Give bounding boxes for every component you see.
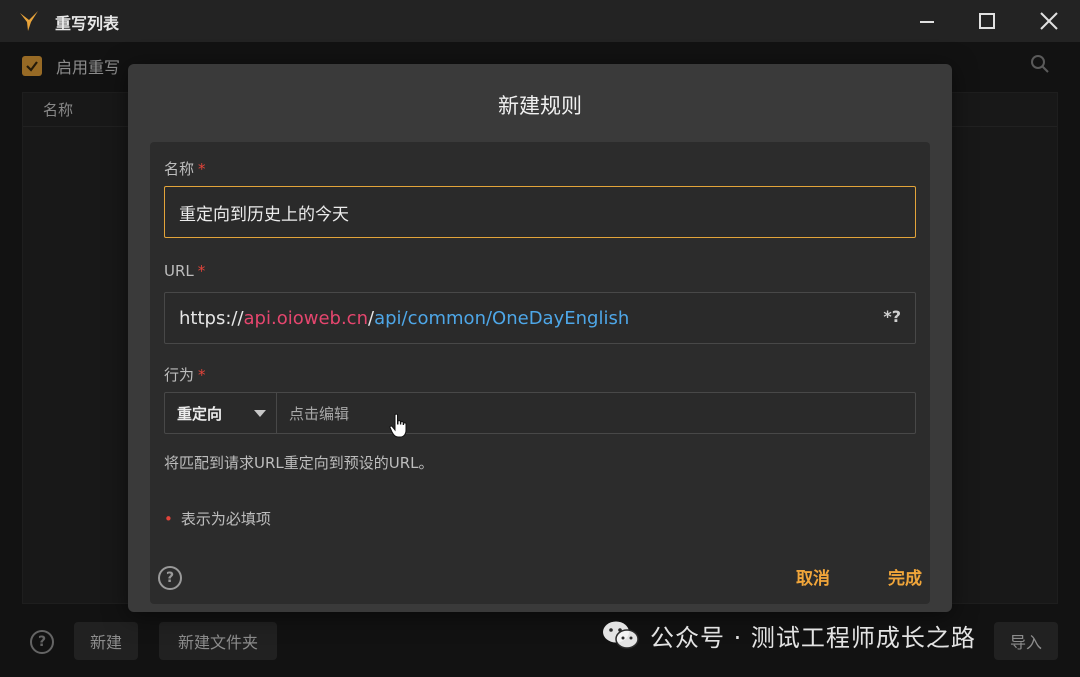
watermark: 公众号 · 测试工程师成长之路: [600, 616, 976, 654]
regex-toggle-button[interactable]: *?: [883, 307, 901, 326]
url-input[interactable]: https://api.oioweb.cn / api/common/OneDayE…: [164, 292, 916, 344]
required-marker: *: [198, 160, 206, 178]
action-row: 重定向 点击编辑: [164, 392, 916, 438]
url-field-label: URL *: [164, 262, 205, 280]
name-input[interactable]: 重定向到历史上的今天: [164, 186, 916, 238]
required-note-marker: •: [164, 510, 173, 528]
rule-form: 名称 * 重定向到历史上的今天 URL * https://api.oioweb.c…: [150, 142, 930, 604]
required-marker: *: [197, 262, 206, 280]
dialog-help-icon[interactable]: ?: [158, 566, 182, 590]
maximize-icon[interactable]: [974, 8, 1000, 34]
action-selected-value: 重定向: [177, 404, 223, 423]
done-button[interactable]: 完成: [888, 564, 922, 589]
required-marker: *: [198, 366, 206, 384]
hand-cursor-icon: [389, 413, 407, 438]
required-note: • 表示为必填项: [164, 508, 271, 529]
wechat-logo-icon: [603, 621, 639, 649]
dialog-title: 新建规则: [498, 94, 582, 118]
action-edit-field[interactable]: 点击编辑: [289, 393, 349, 433]
url-host: api.oioweb.cn: [243, 307, 368, 329]
action-label-text: 行为: [164, 366, 195, 384]
action-description: 将匹配到请求URL重定向到预设的URL。: [164, 454, 434, 472]
url-path: api/common/OneDayEnglish: [374, 307, 630, 329]
url-label-text: URL: [164, 262, 194, 280]
name-field-label: 名称 *: [164, 158, 206, 179]
action-select[interactable]: 重定向: [165, 393, 277, 433]
cancel-button[interactable]: 取消: [796, 564, 830, 589]
required-note-text: 表示为必填项: [180, 510, 271, 528]
close-icon[interactable]: [1036, 8, 1062, 34]
app-logo-icon: [20, 11, 38, 31]
chevron-down-icon: [254, 410, 266, 417]
new-rule-dialog: 新建规则 名称 * 重定向到历史上的今天 URL * https://api.oio…: [128, 64, 952, 612]
minimize-icon[interactable]: [914, 8, 940, 34]
window-titlebar: 重写列表: [0, 0, 1080, 42]
name-label-text: 名称: [164, 160, 195, 178]
url-protocol: https://: [179, 307, 244, 329]
watermark-text: 公众号 · 测试工程师成长之路: [650, 623, 976, 652]
window-title: 重写列表: [55, 14, 120, 33]
action-field-label: 行为 *: [164, 364, 206, 385]
